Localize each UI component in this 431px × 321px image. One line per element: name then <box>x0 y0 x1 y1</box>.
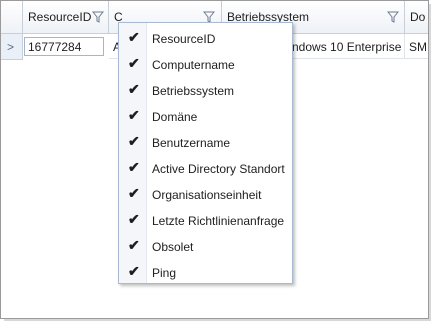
menu-item-label: Betriebssystem <box>152 84 235 98</box>
checkmark-icon: ✔ <box>128 263 140 279</box>
menu-item-computername[interactable]: ✔ Computername <box>119 51 292 77</box>
checkmark-icon: ✔ <box>128 211 140 227</box>
cell-value: ndows 10 Enterprise <box>292 40 402 54</box>
header-corner <box>1 1 23 33</box>
menu-item-letzte-richtlinienanfrage[interactable]: ✔ Letzte Richtlinienanfrage <box>119 207 292 233</box>
domaene-cell[interactable]: SM <box>405 34 428 59</box>
filter-icon[interactable] <box>387 11 399 23</box>
menu-item-organisationseinheit[interactable]: ✔ Organisationseinheit <box>119 181 292 207</box>
checkmark-icon: ✔ <box>128 29 140 45</box>
checkmark-icon: ✔ <box>128 159 140 175</box>
column-header-label: Do <box>410 10 426 24</box>
menu-item-betriebssystem[interactable]: ✔ Betriebssystem <box>119 77 292 103</box>
column-header-label: ResourceID <box>28 10 92 24</box>
checkmark-icon: ✔ <box>128 55 140 71</box>
cell-value: SM <box>409 40 427 54</box>
menu-item-label: Obsolet <box>152 240 194 254</box>
menu-item-obsolet[interactable]: ✔ Obsolet <box>119 233 292 259</box>
menu-item-label: ResourceID <box>152 32 216 46</box>
menu-item-label: Letzte Richtlinienanfrage <box>152 214 285 228</box>
checkmark-icon: ✔ <box>128 81 140 97</box>
checkmark-icon: ✔ <box>128 185 140 201</box>
column-header-resourceid[interactable]: ResourceID <box>23 1 109 33</box>
filter-icon[interactable] <box>92 11 104 23</box>
menu-item-resourceid[interactable]: ✔ ResourceID <box>119 25 292 51</box>
menu-item-ad-standort[interactable]: ✔ Active Directory Standort <box>119 155 292 181</box>
checkmark-icon: ✔ <box>128 107 140 123</box>
menu-item-ping[interactable]: ✔ Ping <box>119 259 292 285</box>
checkmark-icon: ✔ <box>128 237 140 253</box>
chevron-right-icon: > <box>7 40 15 54</box>
menu-item-label: Computername <box>152 58 235 72</box>
checkmark-icon: ✔ <box>128 133 140 149</box>
resourceid-cell-editor[interactable] <box>24 37 104 56</box>
menu-item-label: Active Directory Standort <box>152 162 285 176</box>
menu-item-label: Benutzername <box>152 136 231 150</box>
menu-item-label: Domäne <box>152 110 198 124</box>
row-indicator[interactable]: > <box>1 34 23 60</box>
menu-item-benutzername[interactable]: ✔ Benutzername <box>119 129 292 155</box>
column-chooser-menu: ✔ ResourceID ✔ Computername ✔ Betriebssy… <box>118 22 293 284</box>
column-header-domaene[interactable]: Do <box>405 1 428 33</box>
menu-item-label: Ping <box>152 266 177 280</box>
menu-item-domaene[interactable]: ✔ Domäne <box>119 103 292 129</box>
menu-item-label: Organisationseinheit <box>152 188 262 202</box>
